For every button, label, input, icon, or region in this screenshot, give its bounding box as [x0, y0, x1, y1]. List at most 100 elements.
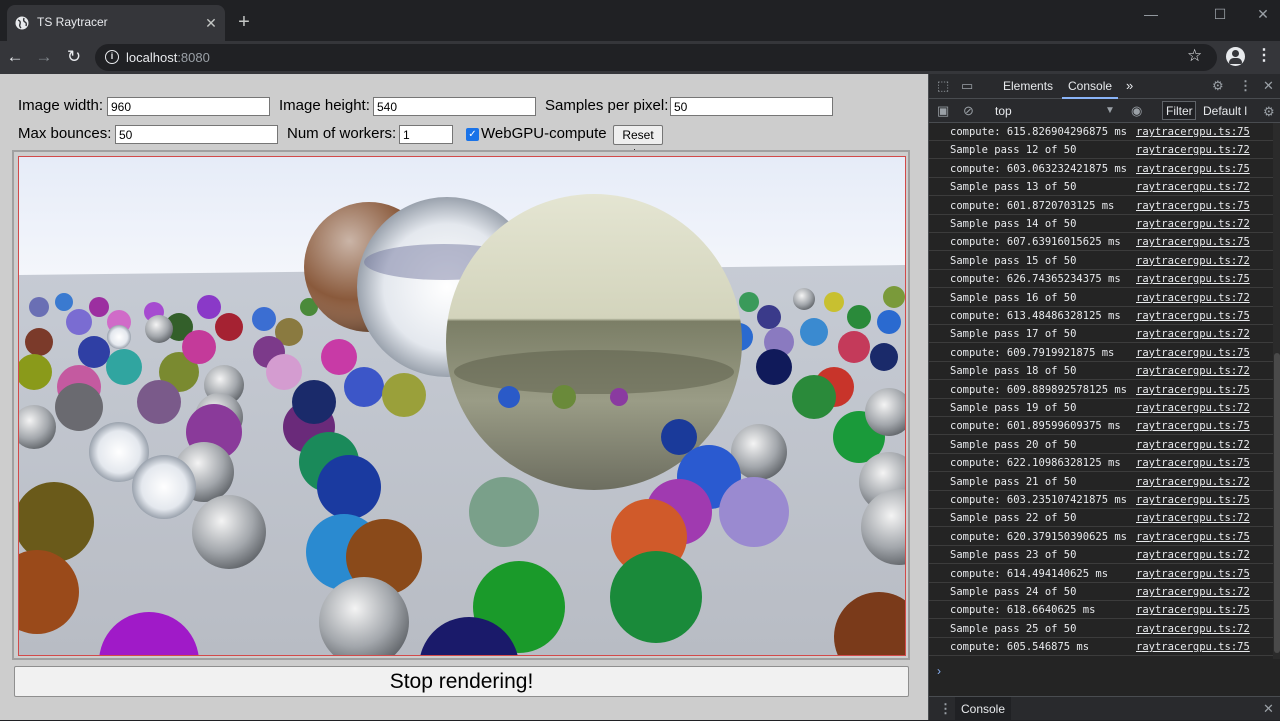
url-host: localhost [126, 50, 178, 65]
max-bounces-label: Max bounces: [18, 125, 112, 142]
console-log-row: compute: 622.10986328125 ms raytracergpu.… [929, 454, 1273, 473]
devtools-menu-icon[interactable]: ⋮ [1239, 78, 1252, 94]
address-bar[interactable]: i localhost:8080 ☆ [95, 44, 1217, 71]
forward-icon[interactable]: → [32, 45, 56, 69]
console-scrollbar[interactable] [1273, 123, 1280, 659]
kebab-menu-icon[interactable]: ⋮ [1256, 45, 1272, 65]
console-log-row: Sample pass 19 of 50 raytracergpu.ts:72 [929, 399, 1273, 417]
bookmark-star-icon[interactable]: ☆ [1187, 46, 1202, 66]
log-source-link[interactable]: raytracergpu.ts:75 [1136, 126, 1250, 138]
log-source-link[interactable]: raytracergpu.ts:72 [1136, 439, 1250, 451]
log-levels-dropdown[interactable]: Default l [1203, 104, 1247, 118]
console-log-row: Sample pass 14 of 50 raytracergpu.ts:72 [929, 215, 1273, 233]
console-log-row: Sample pass 17 of 50 raytracergpu.ts:72 [929, 325, 1273, 344]
image-height-input[interactable] [373, 97, 536, 116]
minimize-icon[interactable]: — [1128, 6, 1174, 26]
log-source-link[interactable]: raytracergpu.ts:75 [1136, 163, 1250, 175]
log-source-link[interactable]: raytracergpu.ts:72 [1136, 144, 1250, 156]
log-source-link[interactable]: raytracergpu.ts:75 [1136, 641, 1250, 653]
log-source-link[interactable]: raytracergpu.ts:72 [1136, 292, 1250, 304]
webgpu-label[interactable]: WebGPU-compute [481, 125, 607, 142]
workers-label: Num of workers: [287, 125, 397, 142]
image-width-input[interactable] [107, 97, 270, 116]
console-log-row: compute: 605.546875 ms raytracergpu.ts:75 [929, 638, 1273, 657]
more-tabs-icon[interactable]: » [1126, 78, 1133, 93]
clear-console-icon[interactable]: ⊘ [963, 103, 974, 119]
close-tab-icon[interactable]: ✕ [201, 13, 221, 33]
log-message: compute: 603.235107421875 ms [950, 494, 1128, 506]
log-message: compute: 601.8720703125 ms [950, 199, 1115, 212]
log-source-link[interactable]: raytracergpu.ts:72 [1136, 512, 1250, 524]
log-source-link[interactable]: raytracergpu.ts:72 [1136, 402, 1250, 414]
reload-icon[interactable]: ↻ [62, 45, 86, 69]
log-message: compute: 622.10986328125 ms [950, 457, 1121, 470]
chevron-down-icon[interactable]: ▼ [1105, 105, 1115, 116]
reset-button[interactable]: Reset to default [613, 125, 664, 178]
back-icon[interactable]: ← [3, 45, 27, 69]
log-source-link[interactable]: raytracergpu.ts:75 [1136, 347, 1250, 359]
new-tab-icon[interactable]: + [232, 12, 256, 36]
log-source-link[interactable]: raytracergpu.ts:72 [1136, 549, 1250, 561]
inspect-element-icon[interactable]: ⬚ [937, 78, 949, 94]
log-message: compute: 603.063232421875 ms [950, 162, 1128, 175]
log-message: Sample pass 17 of 50 [950, 328, 1077, 341]
profile-icon[interactable] [1226, 47, 1245, 66]
log-source-link[interactable]: raytracergpu.ts:75 [1136, 494, 1250, 506]
console-log-row: compute: 609.889892578125 ms raytracergpu… [929, 381, 1273, 399]
log-source-link[interactable]: raytracergpu.ts:75 [1136, 531, 1250, 543]
log-source-link[interactable]: raytracergpu.ts:75 [1136, 420, 1250, 432]
console-log-row: compute: 615.826904296875 ms raytracergpu… [929, 123, 1273, 141]
context-selector[interactable]: top [995, 104, 1012, 118]
log-source-link[interactable]: raytracergpu.ts:75 [1136, 310, 1250, 322]
log-source-link[interactable]: raytracergpu.ts:72 [1136, 623, 1250, 635]
log-source-link[interactable]: raytracergpu.ts:75 [1136, 273, 1250, 285]
console-log-row: Sample pass 12 of 50 raytracergpu.ts:72 [929, 141, 1273, 160]
console-log-row: Sample pass 13 of 50 raytracergpu.ts:72 [929, 178, 1273, 197]
tab-console[interactable]: Console [1061, 79, 1119, 99]
console-log-row: compute: 601.8720703125 ms raytracergpu.t… [929, 197, 1273, 215]
tab-elements[interactable]: Elements [1003, 79, 1053, 93]
log-source-link[interactable]: raytracergpu.ts:75 [1136, 384, 1250, 396]
samples-input[interactable] [670, 97, 833, 116]
drawer-tab-console[interactable]: Console [955, 697, 1011, 721]
settings-gear-icon[interactable]: ⚙ [1212, 78, 1224, 94]
log-source-link[interactable]: raytracergpu.ts:72 [1136, 181, 1250, 193]
sidebar-toggle-icon[interactable]: ▣ [937, 103, 949, 119]
eye-icon[interactable]: ◉ [1131, 103, 1142, 119]
log-source-link[interactable]: raytracergpu.ts:75 [1136, 604, 1250, 616]
max-bounces-input[interactable] [115, 125, 278, 144]
log-source-link[interactable]: raytracergpu.ts:72 [1136, 255, 1250, 267]
log-message: Sample pass 23 of 50 [950, 549, 1077, 562]
window-close-icon[interactable]: ✕ [1240, 6, 1280, 26]
log-source-link[interactable]: raytracergpu.ts:75 [1136, 568, 1250, 580]
log-source-link[interactable]: raytracergpu.ts:72 [1136, 365, 1250, 377]
log-message: Sample pass 18 of 50 [950, 365, 1077, 378]
log-source-link[interactable]: raytracergpu.ts:72 [1136, 476, 1250, 488]
log-source-link[interactable]: raytracergpu.ts:72 [1136, 586, 1250, 598]
maximize-icon[interactable]: ☐ [1197, 6, 1243, 26]
drawer-close-icon[interactable]: ✕ [1263, 701, 1274, 717]
devtools-drawer: ⋮ Console ✕ [929, 696, 1280, 721]
devtools-tabbar: ⬚ ▭ Elements Console » ⚙ ⋮ ✕ [929, 74, 1280, 99]
log-source-link[interactable]: raytracergpu.ts:75 [1136, 457, 1250, 469]
render-canvas[interactable] [18, 156, 906, 656]
workers-input[interactable] [399, 125, 453, 144]
stop-rendering-button[interactable]: Stop rendering! [14, 666, 909, 697]
log-source-link[interactable]: raytracergpu.ts:72 [1136, 328, 1250, 340]
log-message: compute: 609.7919921875 ms [950, 346, 1115, 359]
device-toolbar-icon[interactable]: ▭ [961, 78, 973, 94]
log-source-link[interactable]: raytracergpu.ts:75 [1136, 200, 1250, 212]
browser-tab[interactable]: TS Raytracer ✕ [7, 5, 225, 41]
log-source-link[interactable]: raytracergpu.ts:75 [1136, 236, 1250, 248]
filter-input[interactable]: Filter [1162, 101, 1196, 120]
console-prompt-icon[interactable]: › [937, 664, 941, 678]
webgpu-checkbox[interactable]: ✓ [466, 128, 479, 141]
scrollbar-thumb[interactable] [1274, 353, 1280, 653]
log-source-link[interactable]: raytracergpu.ts:72 [1136, 218, 1250, 230]
console-settings-gear-icon[interactable]: ⚙ [1263, 104, 1275, 120]
drawer-menu-icon[interactable]: ⋮ [939, 701, 952, 717]
url-text: localhost:8080 [126, 50, 210, 65]
info-icon[interactable]: i [105, 50, 119, 64]
devtools-close-icon[interactable]: ✕ [1263, 78, 1274, 94]
canvas-frame [12, 150, 910, 660]
